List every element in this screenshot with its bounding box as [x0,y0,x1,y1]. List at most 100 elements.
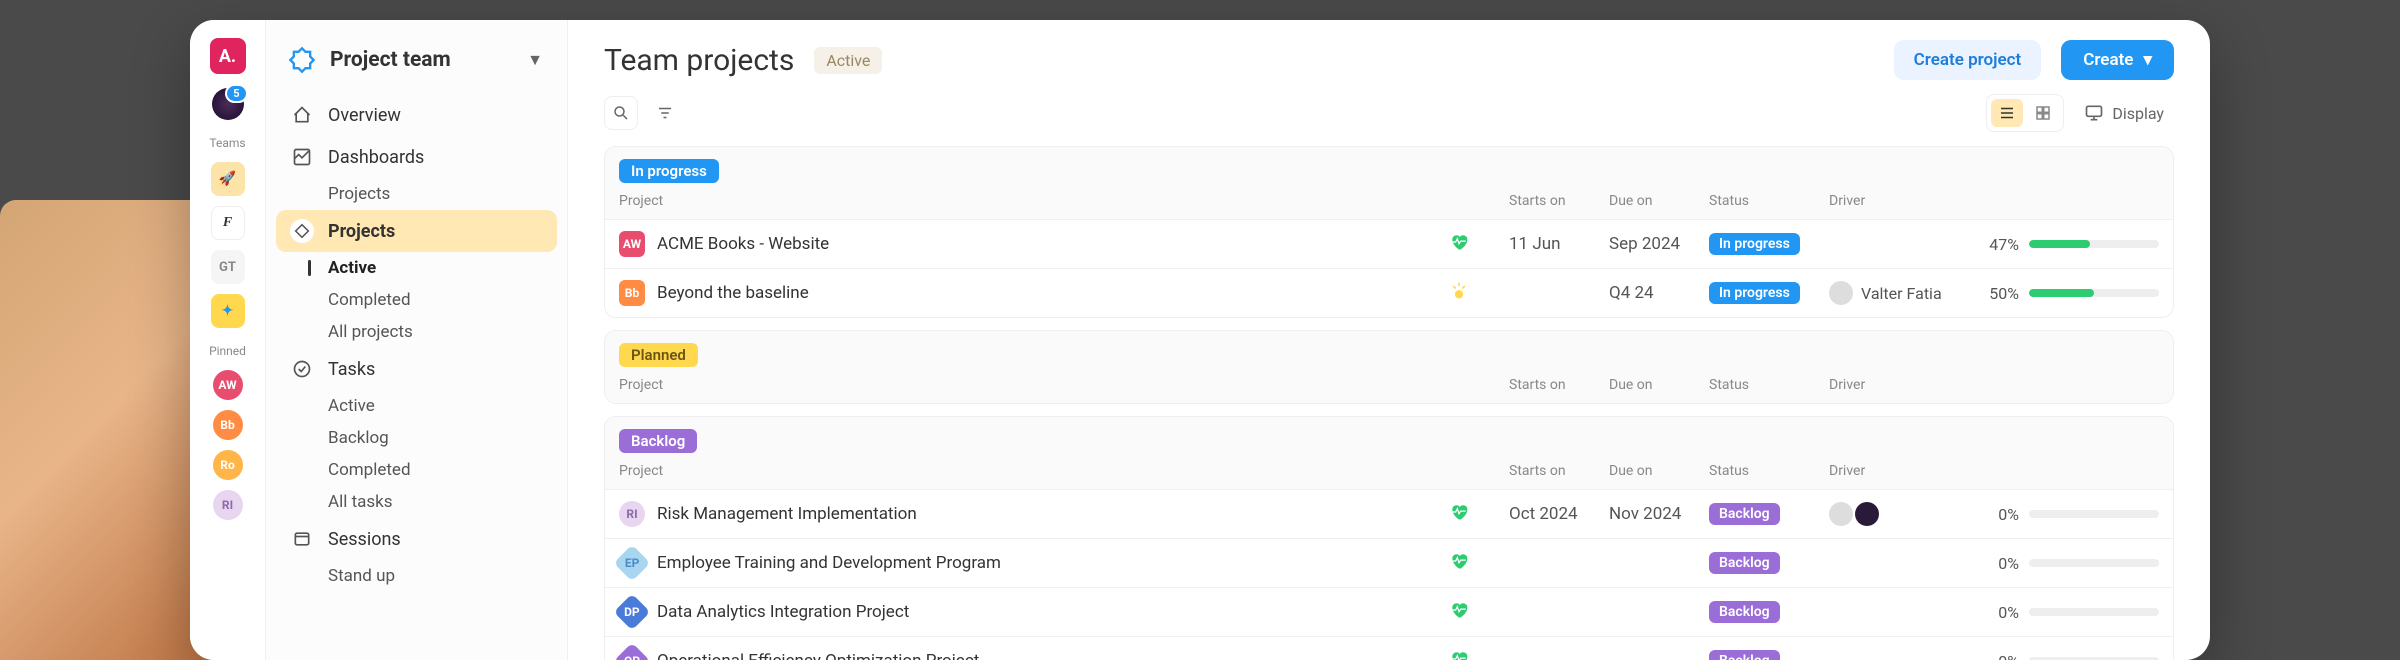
col-project: Project [619,463,1509,479]
col-starts-on: Starts on [1509,463,1609,479]
progress-bar [2029,559,2159,567]
nav-dashboards[interactable]: Dashboards [276,136,557,178]
nav-sub-tasks-completed[interactable]: Completed [276,454,557,486]
nav-projects[interactable]: Projects [276,210,557,252]
nav-sessions[interactable]: Sessions [276,518,557,560]
nav-label: Sessions [328,529,401,550]
rail-pin-ro[interactable]: Ro [213,450,243,480]
nav-sub-projects-all[interactable]: All projects [276,316,557,348]
toolbar: Display [604,94,2174,132]
user-avatar[interactable]: 5 [212,88,244,120]
progress-percent: 50% [1989,284,2019,303]
display-button[interactable]: Display [2074,97,2174,129]
nav-label: Projects [328,221,395,242]
project-name: Risk Management Implementation [657,504,1449,524]
list-icon [1998,104,2016,122]
view-switcher [1986,94,2064,132]
project-row[interactable]: OP Operational Efficiency Optimization P… [605,636,2173,660]
main-content: Team projects Active Create project Crea… [568,20,2210,660]
health-indicator [1449,600,1489,625]
nav-sub-projects-completed[interactable]: Completed [276,284,557,316]
view-list-button[interactable] [1991,99,2023,127]
status-badge: Backlog [1709,503,1780,525]
col-driver: Driver [1829,377,1979,393]
chevron-down-icon: ▼ [523,48,547,72]
status-cell: Backlog [1709,650,1829,660]
progress-bar [2029,289,2159,297]
rail-team-4[interactable]: ✦ [211,294,245,328]
nav-sub-sessions-standup[interactable]: Stand up [276,560,557,592]
progress-percent: 0% [1998,554,2019,573]
nav-overview[interactable]: Overview [276,94,557,136]
group-planned: Planned Project Starts on Due on Status … [604,330,2174,404]
status-badge: Backlog [1709,552,1780,574]
page-header: Team projects Active Create project Crea… [604,40,2174,80]
rail-team-2[interactable]: F [211,206,245,240]
col-starts-on: Starts on [1509,377,1609,393]
project-icon: EP [614,545,651,582]
rail-team-1[interactable]: 🚀 [211,162,245,196]
rail-teams-label: Teams [209,136,245,150]
due-date: Nov 2024 [1609,504,1709,524]
nav-sub-dashboards-projects[interactable]: Projects [276,178,557,210]
col-status: Status [1709,193,1829,209]
col-status: Status [1709,463,1829,479]
nav-tasks[interactable]: Tasks [276,348,557,390]
heart-icon [1449,502,1469,522]
create-label: Create [2083,50,2133,70]
search-button[interactable] [604,96,638,130]
progress-percent: 47% [1989,235,2019,254]
filter-button[interactable] [648,96,682,130]
progress-cell: 0% [1979,603,2159,622]
health-indicator [1449,649,1489,660]
project-row[interactable]: DP Data Analytics Integration Project Ba… [605,587,2173,636]
status-cell: In progress [1709,282,1829,304]
nav-sub-tasks-backlog[interactable]: Backlog [276,422,557,454]
spark-icon [1449,281,1469,301]
status-cell: Backlog [1709,601,1829,623]
project-name: Employee Training and Development Progra… [657,553,1449,573]
column-headers: Project Starts on Due on Status Driver [619,193,2159,219]
heart-icon [1449,649,1469,660]
nav-sub-tasks-all[interactable]: All tasks [276,486,557,518]
left-rail: A. 5 Teams 🚀 F GT ✦ Pinned AW Bb Ro RI [190,20,266,660]
status-cell: In progress [1709,233,1829,255]
rail-pinned-label: Pinned [209,344,246,358]
app-logo[interactable]: A. [210,38,246,74]
driver-avatar [1829,281,1853,305]
status-cell: Backlog [1709,552,1829,574]
progress-cell: 0% [1979,554,2159,573]
team-switcher[interactable]: Project team ▼ [276,36,557,84]
create-button[interactable]: Create ▾ [2061,40,2174,80]
sidebar: Project team ▼ Overview Dashboards Proje… [266,20,568,660]
health-indicator [1449,232,1489,257]
project-icon: OP [614,643,651,660]
nav-sub-tasks-active[interactable]: Active [276,390,557,422]
nav-label: Overview [328,105,401,126]
col-starts-on: Starts on [1509,193,1609,209]
project-row[interactable]: AW ACME Books - Website 11 Jun Sep 2024 … [605,219,2173,268]
rail-pin-bb[interactable]: Bb [213,410,243,440]
view-grid-button[interactable] [2027,99,2059,127]
project-row[interactable]: RI Risk Management Implementation Oct 20… [605,489,2173,538]
nav-sub-projects-active[interactable]: Active [276,252,557,284]
create-project-button[interactable]: Create project [1894,40,2042,80]
health-indicator [1449,551,1489,576]
rail-pin-ri[interactable]: RI [213,490,243,520]
display-label: Display [2112,104,2164,123]
project-row[interactable]: Bb Beyond the baseline Q4 24 In progress… [605,268,2173,317]
driver-avatar [1855,502,1879,526]
grid-icon [2034,104,2052,122]
filter-icon [656,104,674,122]
driver-cell: Valter Fatia [1829,281,1979,305]
progress-bar [2029,608,2159,616]
status-badge: In progress [1709,282,1800,304]
column-headers: Project Starts on Due on Status Driver [619,377,2159,403]
col-project: Project [619,377,1509,393]
rail-pin-aw[interactable]: AW [213,370,243,400]
group-label: Planned [619,343,698,367]
heart-icon [1449,232,1469,252]
rail-team-3[interactable]: GT [211,250,245,284]
project-row[interactable]: EP Employee Training and Development Pro… [605,538,2173,587]
progress-percent: 0% [1998,505,2019,524]
